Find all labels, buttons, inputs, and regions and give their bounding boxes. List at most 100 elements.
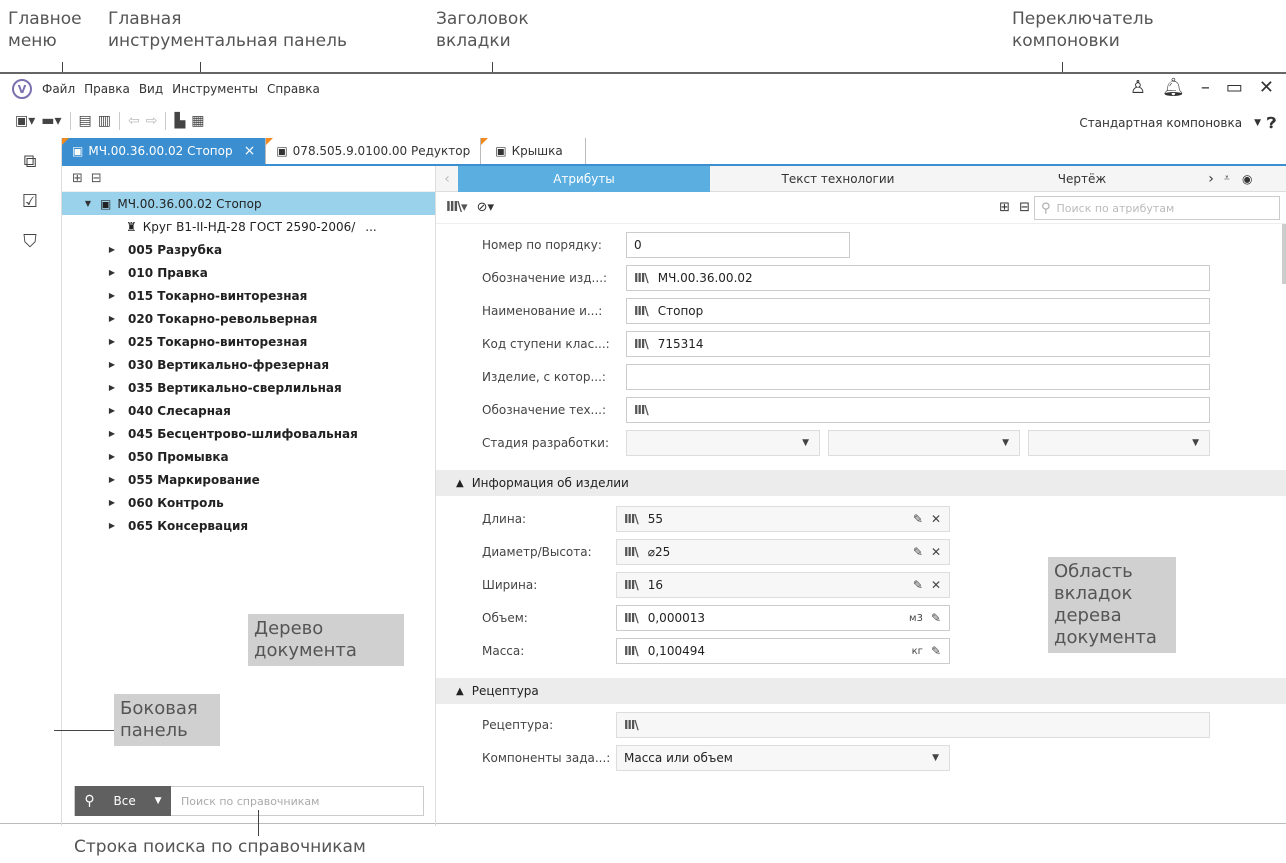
tree-operation[interactable]: ▶ 030 Вертикально-фрезерная [62, 353, 435, 376]
tabs-menu-icon[interactable]: ⩡ [1224, 173, 1242, 184]
class-code-input[interactable]: Ⅲ\ 715314 [626, 331, 1210, 357]
tree-operation[interactable]: ▶ 020 Токарно-револьверная [62, 307, 435, 330]
maximize-button[interactable]: ▭ [1226, 77, 1243, 98]
chevron-right-icon[interactable]: ▶ [106, 429, 118, 438]
table-icon[interactable]: ▦ [191, 113, 204, 129]
tree-operation[interactable]: ▶ 065 Консервация [62, 514, 435, 537]
help-icon[interactable]: ❓︎ [1267, 114, 1276, 132]
reference-search-input[interactable]: Поиск по справочникам [171, 795, 319, 808]
diameter-input[interactable]: Ⅲ\ ⌀25 ✎ ✕ [616, 539, 950, 565]
close-tab-icon[interactable]: × [244, 143, 256, 159]
open-folder-icon[interactable]: ▬▾ [41, 113, 61, 129]
book-icon[interactable]: ▙ [174, 113, 185, 129]
chevron-right-icon[interactable]: ▶ [106, 245, 118, 254]
tab-drawing[interactable]: Чертёж [966, 166, 1198, 192]
name-input[interactable]: Ⅲ\ Стопор [626, 298, 1210, 324]
chevron-right-icon[interactable]: ▶ [106, 291, 118, 300]
clear-icon[interactable]: ✕ [931, 512, 941, 526]
attribute-set-icon[interactable]: ⊘▾ [477, 200, 494, 215]
tab-tech-text[interactable]: Текст технологии [710, 166, 966, 192]
chevron-right-icon[interactable]: ▶ [106, 521, 118, 530]
library-icon[interactable]: Ⅲ\ [624, 718, 639, 732]
dev-stage-select-2[interactable]: ▼ [828, 430, 1020, 456]
new-document-icon[interactable]: ▣▾ [15, 113, 35, 129]
tree-operation[interactable]: ▶ 040 Слесарная [62, 399, 435, 422]
chevron-right-icon[interactable]: ▶ [106, 406, 118, 415]
scroll-left-icon[interactable]: ‹ [436, 171, 458, 187]
checklist-icon[interactable]: ☑ [18, 190, 42, 214]
notifications-bell-icon[interactable]: 🔔︎ [1162, 77, 1185, 98]
chevron-right-icon[interactable]: ▶ [106, 268, 118, 277]
tab-attributes[interactable]: Атрибуты [458, 165, 710, 192]
volume-input[interactable]: Ⅲ\ 0,000013 м3 ✎ [616, 605, 950, 631]
dev-stage-select-1[interactable]: ▼ [626, 430, 820, 456]
chevron-right-icon[interactable]: ▶ [106, 475, 118, 484]
tab-reduktor[interactable]: ▣ 078.505.9.0100.00 Редуктор [266, 138, 482, 164]
chevron-down-icon[interactable]: ▼ [82, 199, 94, 208]
menu-edit[interactable]: Правка [84, 82, 130, 96]
more-icon[interactable]: ... [365, 220, 376, 234]
product-from-input[interactable] [626, 364, 1210, 390]
edit-pencil-icon[interactable]: ✎ [931, 644, 941, 658]
save-all-icon[interactable]: ▥ [98, 113, 111, 129]
library-icon[interactable]: Ⅲ\ [624, 545, 639, 559]
library-icon[interactable]: Ⅲ\ [634, 337, 649, 351]
tech-designation-input[interactable]: Ⅲ\ [626, 397, 1210, 423]
length-input[interactable]: Ⅲ\ 55 ✎ ✕ [616, 506, 950, 532]
search-scope-button[interactable]: ⚲ Все ▼ [75, 786, 171, 816]
clear-icon[interactable]: ✕ [931, 545, 941, 559]
menu-tools[interactable]: Инструменты [172, 82, 258, 96]
tree-operation[interactable]: ▶ 045 Бесцентрово-шлифовальная [62, 422, 435, 445]
visibility-icon[interactable]: ◉ [1242, 172, 1262, 186]
layout-switcher[interactable]: Стандартная компоновка ▼ ❓︎ [1079, 114, 1276, 132]
tree-operation[interactable]: ▶ 010 Правка [62, 261, 435, 284]
tree-operation[interactable]: ▶ 025 Токарно-винторезная [62, 330, 435, 353]
library-icon[interactable]: Ⅲ\ [624, 578, 639, 592]
edit-pencil-icon[interactable]: ✎ [913, 545, 923, 559]
collapse-all-icon[interactable]: ⊟ [1019, 200, 1030, 215]
components-select[interactable]: Масса или объем ▼ [616, 745, 950, 771]
edit-pencil-icon[interactable]: ✎ [913, 512, 923, 526]
tab-kryshka[interactable]: ▣ Крышка [481, 138, 586, 164]
recipe-input[interactable]: Ⅲ\ [616, 712, 1210, 738]
expand-all-icon[interactable]: ⊞ [999, 200, 1010, 215]
save-icon[interactable]: ▤ [79, 113, 92, 129]
chevron-right-icon[interactable]: ▶ [106, 337, 118, 346]
minimize-button[interactable]: – [1201, 77, 1210, 98]
chevron-right-icon[interactable]: ▶ [106, 360, 118, 369]
library-icon[interactable]: Ⅲ\ [624, 611, 639, 625]
width-input[interactable]: Ⅲ\ 16 ✎ ✕ [616, 572, 950, 598]
order-num-input[interactable]: 0 [626, 232, 850, 258]
close-window-button[interactable]: ✕ [1259, 77, 1274, 98]
section-recipe[interactable]: ▲ Рецептура [436, 678, 1286, 704]
collapse-all-icon[interactable]: ⊟ [91, 171, 102, 186]
library-icon[interactable]: Ⅲ\ [634, 403, 649, 417]
vertical-scrollbar[interactable] [1282, 224, 1286, 284]
undo-icon[interactable]: ⇦ [128, 113, 140, 129]
library-icon[interactable]: Ⅲ\ [624, 512, 639, 526]
tree-operation[interactable]: ▶ 005 Разрубка [62, 238, 435, 261]
bookmark-icon[interactable]: ⛉ [18, 230, 42, 254]
mass-input[interactable]: Ⅲ\ 0,100494 кг ✎ [616, 638, 950, 664]
library-icon[interactable]: Ⅲ\ [624, 644, 639, 658]
edit-pencil-icon[interactable]: ✎ [913, 578, 923, 592]
designation-input[interactable]: Ⅲ\ МЧ.00.36.00.02 [626, 265, 1210, 291]
chevron-right-icon[interactable]: ▶ [106, 314, 118, 323]
chevron-right-icon[interactable]: ▶ [106, 383, 118, 392]
edit-pencil-icon[interactable]: ✎ [931, 611, 941, 625]
library-icon[interactable]: Ⅲ\ [634, 271, 649, 285]
chevron-right-icon[interactable]: ▶ [106, 498, 118, 507]
documents-panel-icon[interactable]: ⧉ [18, 150, 42, 174]
menu-view[interactable]: Вид [139, 82, 163, 96]
tree-root[interactable]: ▼ ▣ МЧ.00.36.00.02 Стопор [62, 192, 435, 215]
tree-operation[interactable]: ▶ 015 Токарно-винторезная [62, 284, 435, 307]
attribute-search-input[interactable]: ⚲ Поиск по атрибутам [1034, 196, 1280, 220]
tree-operation[interactable]: ▶ 055 Маркирование [62, 468, 435, 491]
user-icon[interactable]: ♙ [1130, 77, 1146, 98]
library-icon[interactable]: Ⅲ\▾ [446, 200, 468, 215]
redo-icon[interactable]: ⇨ [146, 113, 158, 129]
dev-stage-select-3[interactable]: ▼ [1028, 430, 1210, 456]
section-product-info[interactable]: ▲ Информация об изделии [436, 470, 1286, 496]
clear-icon[interactable]: ✕ [931, 578, 941, 592]
menu-help[interactable]: Справка [267, 82, 320, 96]
